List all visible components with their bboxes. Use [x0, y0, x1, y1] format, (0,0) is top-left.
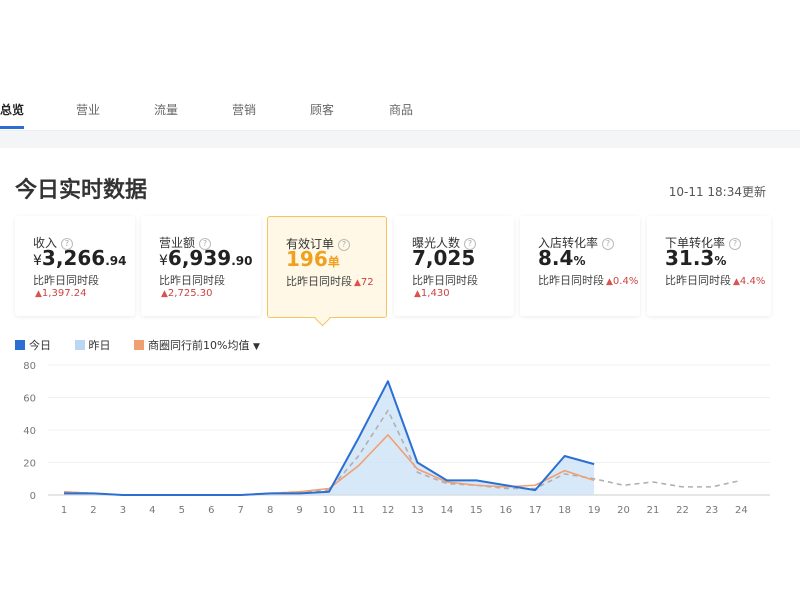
active-tab-indicator: [0, 126, 24, 129]
compare-label: 比昨日同时段: [33, 274, 99, 287]
y-tick-label: 0: [30, 491, 36, 502]
chevron-down-icon[interactable]: ▼: [253, 342, 260, 352]
arrow-up-icon: ▲: [733, 277, 740, 287]
arrow-up-icon: ▲: [35, 289, 42, 299]
arrow-up-icon: ▲: [354, 278, 361, 288]
page-title: 今日实时数据: [15, 178, 148, 203]
x-tick-label: 15: [470, 505, 483, 516]
chart-legend: 今日 昨日 商圈同行前10%均值 ▼: [15, 337, 280, 353]
metric-delta: ▲2,725.30: [161, 288, 213, 299]
x-tick-label: 5: [179, 505, 185, 516]
arrow-up-icon: ▲: [161, 289, 168, 299]
y-tick-label: 20: [23, 459, 36, 470]
compare-label: 比昨日同时段: [159, 274, 225, 287]
metric-value: 8.4%: [538, 246, 586, 270]
metric-card-exposure[interactable]: 曝光人数? 7,025 比昨日同时段 ▲1,430: [394, 216, 514, 316]
legend-item-today[interactable]: 今日: [15, 337, 51, 353]
x-tick-label: 10: [323, 505, 336, 516]
compare-label: 比昨日同时段 ▲72: [286, 275, 374, 288]
metric-value: 7,025: [412, 246, 476, 270]
x-tick-label: 16: [499, 505, 512, 516]
y-tick-label: 60: [23, 394, 36, 405]
x-tick-label: 8: [267, 505, 273, 516]
compare-label: 比昨日同时段 ▲4.4%: [665, 274, 766, 287]
y-tick-label: 80: [23, 361, 36, 372]
tab-overview[interactable]: 总览: [0, 101, 24, 118]
metric-card-order-conversion[interactable]: 下单转化率? 31.3% 比昨日同时段 ▲4.4%: [647, 216, 771, 316]
top-tab-bar: 总览 营业 流量 营销 顾客 商品: [0, 72, 800, 131]
question-circle-icon[interactable]: ?: [729, 238, 742, 250]
compare-label: 比昨日同时段: [412, 274, 478, 287]
metric-delta: ▲1,397.24: [35, 288, 87, 299]
metric-value: 196单: [286, 247, 340, 271]
x-tick-label: 20: [617, 505, 630, 516]
x-tick-label: 19: [588, 505, 601, 516]
x-tick-label: 12: [382, 505, 395, 516]
x-tick-label: 4: [149, 505, 155, 516]
x-tick-label: 18: [558, 505, 571, 516]
metric-value: 31.3%: [665, 246, 727, 270]
compare-label: 比昨日同时段 ▲0.4%: [538, 274, 639, 287]
metric-card-revenue[interactable]: 收入? ¥3,266.94 比昨日同时段 ▲1,397.24: [15, 216, 135, 316]
series-line-today: [64, 380, 595, 496]
x-tick-label: 17: [529, 505, 542, 516]
today-area: [64, 381, 595, 495]
x-tick-label: 11: [352, 505, 365, 516]
x-tick-label: 14: [440, 505, 453, 516]
tab-traffic[interactable]: 流量: [154, 101, 178, 118]
update-timestamp: 10-11 18:34更新: [668, 185, 766, 199]
legend-item-yesterday[interactable]: 昨日: [74, 337, 111, 353]
question-circle-icon[interactable]: ?: [338, 239, 351, 251]
tab-business[interactable]: 营业: [76, 101, 100, 118]
x-tick-label: 23: [706, 505, 719, 516]
metric-delta: ▲72: [354, 277, 374, 288]
arrow-up-icon: ▲: [414, 289, 421, 299]
x-tick-label: 1: [61, 505, 67, 516]
section-divider: [0, 131, 800, 148]
x-tick-label: 13: [411, 505, 424, 516]
metric-delta: ▲4.4%: [733, 276, 766, 287]
x-tick-label: 2: [90, 505, 96, 516]
metric-card-store-conversion[interactable]: 入店转化率? 8.4% 比昨日同时段 ▲0.4%: [520, 216, 640, 316]
metric-delta: ▲1,430: [414, 288, 450, 299]
x-tick-label: 21: [647, 505, 660, 516]
tab-customers[interactable]: 顾客: [310, 101, 334, 118]
metric-value: ¥3,266.94: [33, 246, 127, 270]
y-tick-label: 40: [23, 426, 36, 437]
question-circle-icon[interactable]: ?: [602, 238, 615, 250]
x-tick-label: 6: [208, 505, 214, 516]
realtime-line-chart: 020406080 1 2 3 4 5 6 7 8 9 10 11 12 13 14 15 16 17 18 19 2…: [23, 361, 770, 516]
x-tick-label: 7: [238, 505, 244, 516]
metric-card-turnover[interactable]: 营业额? ¥6,939.90 比昨日同时段 ▲2,725.30: [141, 216, 261, 316]
legend-item-peer-average[interactable]: 商圈同行前10%均值 ▼: [134, 337, 260, 353]
tab-products[interactable]: 商品: [389, 101, 413, 118]
x-tick-label: 3: [120, 505, 126, 516]
metric-delta: ▲0.4%: [606, 276, 639, 287]
arrow-up-icon: ▲: [606, 277, 613, 287]
metric-value: ¥6,939.90: [159, 246, 253, 270]
metric-card-valid-orders[interactable]: 有效订单? 196单 比昨日同时段 ▲72: [267, 216, 387, 318]
tab-marketing[interactable]: 营销: [232, 101, 256, 118]
x-tick-label: 24: [735, 505, 748, 516]
x-tick-label: 9: [296, 505, 302, 516]
x-tick-label: 22: [676, 505, 689, 516]
